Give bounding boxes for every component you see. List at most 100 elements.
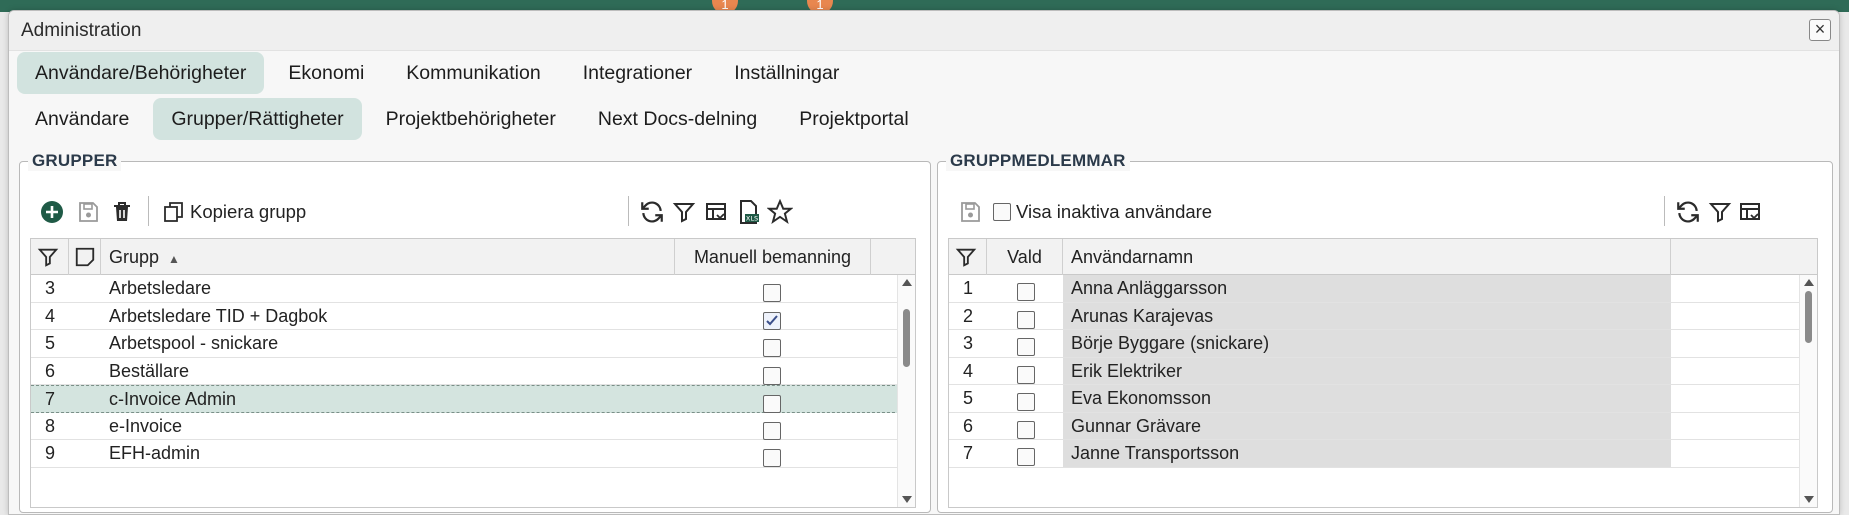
members-grid-body: 1 Anna Anläggarsson 2 Arunas Karajevas 3 Börj… [949,275,1817,507]
copy-group-button[interactable]: Kopiera grupp [190,201,306,223]
groups-grid: Grupp ▲ Manuell bemanning 3 Arbetsledare 4… [30,238,916,508]
subtab-projektportal[interactable]: Projektportal [781,98,926,140]
groups-panel: GRUPPER Kopiera grupp XLS Grupp ▲ Manuel… [19,151,931,513]
sort-ascending-icon: ▲ [168,252,180,266]
column-filter-icon[interactable] [31,239,69,275]
delete-icon[interactable] [108,198,136,226]
group-name: Beställare [109,360,190,381]
tab-integrationer[interactable]: Integrationer [565,52,711,94]
scroll-up-icon[interactable] [902,279,912,286]
close-button[interactable]: × [1809,19,1831,41]
note-column-icon[interactable] [69,239,101,275]
refresh-icon[interactable] [1674,198,1702,226]
table-row[interactable]: 5 Arbetspool - snickare [31,330,915,358]
row-number: 4 [44,305,55,326]
members-grid: Vald Användarnamn 1 Anna Anläggarsson 2 Aru… [948,238,1818,508]
member-name: Janne Transportsson [1063,440,1671,467]
row-number: 5 [44,333,55,353]
groups-scrollbar[interactable] [897,275,915,507]
row-number: 2 [962,305,973,326]
subtab-next-docs-delning[interactable]: Next Docs-delning [580,98,775,140]
column-header-grupp[interactable]: Grupp ▲ [101,239,675,275]
column-settings-icon[interactable] [1736,198,1764,226]
copy-icon[interactable] [160,198,188,226]
dialog-titlebar: Administration × [9,11,1839,51]
tab-ekonomi[interactable]: Ekonomi [270,52,382,94]
groups-toolbar: Kopiera grupp XLS [20,192,930,232]
row-number: 7 [44,389,55,409]
tab-installningar[interactable]: Inställningar [716,52,857,94]
subtab-anvandare[interactable]: Användare [17,98,147,140]
group-name: Arbetsledare [109,278,212,298]
excel-export-icon[interactable]: XLS [734,198,762,226]
group-name: EFH-admin [109,443,201,463]
member-name: Gunnar Grävare [1063,412,1671,439]
refresh-icon[interactable] [638,198,666,226]
column-header-vald[interactable]: Vald [987,239,1063,275]
table-row[interactable]: 8 e-Invoice [31,413,915,440]
members-toolbar: Visa inaktiva användare [938,192,1832,232]
show-inactive-label[interactable]: Visa inaktiva användare [1016,201,1212,223]
table-row[interactable]: 4 Erik Elektriker [949,357,1817,385]
table-row[interactable]: 7 Janne Transportsson [949,440,1817,468]
groups-grid-body: 3 Arbetsledare 4 Arbetsledare TID + Dagbok 5… [31,275,915,507]
table-row[interactable]: 4 Arbetsledare TID + Dagbok [31,303,915,330]
members-scrollbar[interactable] [1799,275,1817,507]
filter-icon[interactable] [670,198,698,226]
column-header-grupp-label: Grupp [109,247,160,267]
member-name: Börje Byggare (snickare) [1063,330,1671,357]
scroll-thumb[interactable] [1805,291,1812,343]
subtab-grupper-rattigheter[interactable]: Grupper/Rättigheter [153,98,362,140]
row-number: 5 [962,388,973,408]
favorite-star-icon[interactable] [766,198,794,226]
groups-panel-title: GRUPPER [28,151,122,171]
filter-icon[interactable] [1706,198,1734,226]
row-number: 9 [44,443,55,463]
group-name: Arbetsledare TID + Dagbok [109,305,328,326]
dialog-title: Administration [21,20,142,41]
table-row[interactable]: 7 c-Invoice Admin [31,385,915,413]
column-header-anvandarnamn[interactable]: Användarnamn [1063,239,1671,275]
svg-text:XLS: XLS [746,215,758,223]
table-row[interactable]: 3 Arbetsledare [31,275,915,303]
add-icon[interactable] [38,198,66,226]
member-name: Anna Anläggarsson [1063,275,1671,302]
scroll-thumb[interactable] [903,309,910,367]
groups-grid-header: Grupp ▲ Manuell bemanning [31,239,915,275]
tab-kommunikation[interactable]: Kommunikation [388,52,558,94]
member-name: Eva Ekonomsson [1063,385,1671,412]
row-number: 6 [962,415,973,436]
tab-anvandare-behorigheter[interactable]: Användare/Behörigheter [17,52,265,94]
group-name: c-Invoice Admin [109,389,237,409]
main-tabs: Användare/Behörigheter Ekonomi Kommunika… [17,52,863,94]
column-header-manuell-bemanning[interactable]: Manuell bemanning [675,239,871,275]
row-number: 4 [962,360,973,381]
sub-tabs: Användare Grupper/Rättigheter Projektbeh… [17,98,933,140]
scroll-down-icon[interactable] [902,496,912,503]
column-settings-icon[interactable] [702,198,730,226]
save-icon[interactable] [74,198,102,226]
subtab-projektbehorigheter[interactable]: Projektbehörigheter [368,98,574,140]
table-row[interactable]: 5 Eva Ekonomsson [949,385,1817,413]
member-name: Erik Elektriker [1063,357,1671,384]
member-selected-checkbox[interactable] [1017,444,1035,471]
table-row[interactable]: 3 Börje Byggare (snickare) [949,330,1817,358]
show-inactive-checkbox[interactable] [988,198,1016,226]
row-number: 7 [962,443,973,463]
row-number: 3 [44,278,55,298]
table-row[interactable]: 2 Arunas Karajevas [949,302,1817,330]
scroll-down-icon[interactable] [1804,496,1814,503]
row-number: 3 [962,333,973,353]
group-name: e-Invoice [109,415,183,436]
column-filter-icon[interactable] [949,239,987,275]
table-row[interactable]: 6 Beställare [31,358,915,385]
table-row[interactable]: 6 Gunnar Grävare [949,412,1817,440]
scroll-up-icon[interactable] [1804,279,1814,286]
table-row[interactable]: 9 EFH-admin [31,440,915,468]
manual-staffing-checkbox[interactable] [763,445,781,472]
save-icon[interactable] [956,198,984,226]
table-row[interactable]: 1 Anna Anläggarsson [949,275,1817,303]
row-number: 1 [962,278,973,298]
group-members-panel-title: GRUPPMEDLEMMAR [946,151,1130,171]
group-name: Arbetspool - snickare [109,333,279,353]
